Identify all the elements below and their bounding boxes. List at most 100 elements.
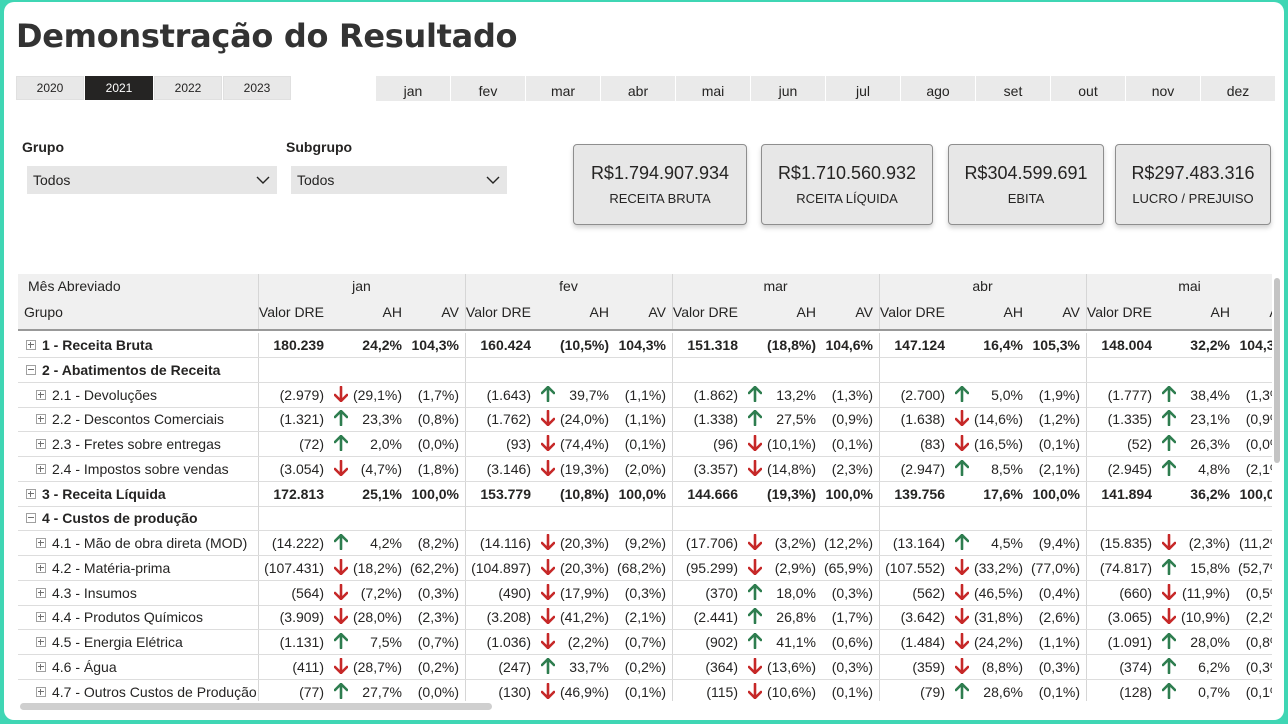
matrix-measure-header[interactable]: Valor DRE xyxy=(673,304,738,320)
matrix-month-header-mai[interactable]: mai xyxy=(1086,278,1272,294)
matrix-month-header-abr[interactable]: abr xyxy=(879,278,1086,294)
av-cell: (9,2%) xyxy=(624,535,666,551)
month-button-abr[interactable]: abr xyxy=(601,76,675,101)
matrix-measure-header[interactable]: Valor DRE xyxy=(880,304,945,320)
av-cell: (0,5%) xyxy=(1245,584,1272,601)
matrix-month-header-fev[interactable]: fev xyxy=(465,278,672,294)
matrix-measure-header[interactable]: AH xyxy=(797,304,816,320)
matrix-measure-header[interactable]: AH xyxy=(590,304,609,320)
column-separator xyxy=(672,407,673,432)
matrix-measure-header[interactable]: AV xyxy=(441,304,459,320)
ah-cell: (2,3%) xyxy=(1188,535,1230,551)
av-cell: (1,1%) xyxy=(624,411,666,428)
expand-plus-icon[interactable] xyxy=(36,562,46,573)
collapse-minus-icon[interactable] xyxy=(26,364,36,375)
matrix-measure-header[interactable]: AV xyxy=(648,304,666,320)
matrix-measure-header[interactable]: AV xyxy=(1269,304,1272,320)
subgrupo-dropdown[interactable]: Todos xyxy=(291,166,507,194)
av-cell: (2,1%) xyxy=(624,609,666,626)
matrix-measure-header[interactable]: Valor DRE xyxy=(259,304,324,320)
matrix-measure-header[interactable]: AV xyxy=(855,304,873,320)
month-button-out[interactable]: out xyxy=(1051,76,1125,101)
column-separator xyxy=(1086,605,1087,630)
arrow-up-icon xyxy=(1162,410,1176,427)
matrix-measure-header[interactable]: Valor DRE xyxy=(1087,304,1152,320)
column-separator xyxy=(672,432,673,456)
column-separator xyxy=(258,274,259,298)
ah-cell: (2,2%) xyxy=(567,634,609,650)
month-button-mai[interactable]: mai xyxy=(676,76,750,101)
valor-dre-cell: (83) xyxy=(920,436,945,452)
expand-plus-icon[interactable] xyxy=(36,686,46,697)
year-button-2023[interactable]: 2023 xyxy=(223,76,291,100)
matrix-month-header-mar[interactable]: mar xyxy=(672,278,879,294)
ah-cell: (20,3%) xyxy=(559,535,609,551)
month-button-set[interactable]: set xyxy=(976,76,1050,101)
month-button-jul[interactable]: jul xyxy=(826,76,900,101)
column-separator xyxy=(465,357,466,382)
expand-plus-icon[interactable] xyxy=(26,340,36,350)
column-separator xyxy=(258,679,259,701)
month-button-nov[interactable]: nov xyxy=(1126,76,1200,101)
arrow-down-icon xyxy=(541,459,555,476)
matrix-measure-header[interactable]: Valor DRE xyxy=(466,304,531,320)
month-button-fev[interactable]: fev xyxy=(451,76,525,101)
expand-plus-icon[interactable] xyxy=(36,414,46,425)
valor-dre-cell: (17.706) xyxy=(685,535,738,551)
av-cell: 104,6% xyxy=(825,337,873,353)
year-button-2022[interactable]: 2022 xyxy=(154,76,222,100)
column-separator xyxy=(1086,274,1087,298)
expand-plus-icon[interactable] xyxy=(36,389,46,400)
month-button-dez[interactable]: dez xyxy=(1201,76,1275,101)
valor-dre-cell: (902) xyxy=(705,634,738,650)
av-cell: (0,3%) xyxy=(831,584,873,601)
month-button-ago[interactable]: ago xyxy=(901,76,975,101)
expand-plus-icon[interactable] xyxy=(26,488,36,499)
matrix-measure-header[interactable]: AH xyxy=(1004,304,1023,320)
arrow-up-icon xyxy=(334,435,348,451)
av-cell: (77,0%) xyxy=(1030,559,1080,576)
ah-cell: 23,3% xyxy=(362,411,402,428)
vertical-scrollbar[interactable] xyxy=(1274,278,1280,463)
year-button-2020[interactable]: 2020 xyxy=(16,76,84,100)
av-cell: (0,7%) xyxy=(624,634,666,650)
year-button-2021[interactable]: 2021 xyxy=(85,76,153,100)
matrix-month-header-jan[interactable]: jan xyxy=(258,278,465,294)
column-separator xyxy=(465,630,466,654)
arrow-up-icon xyxy=(955,682,969,699)
ah-cell: (14,8%) xyxy=(766,460,816,477)
ah-cell: (74,4%) xyxy=(559,436,609,452)
month-button-mar[interactable]: mar xyxy=(526,76,600,101)
expand-plus-icon[interactable] xyxy=(36,587,46,598)
ah-cell: (17,9%) xyxy=(559,584,609,601)
av-cell: (0,2%) xyxy=(417,658,459,675)
collapse-minus-icon[interactable] xyxy=(26,513,36,524)
column-separator xyxy=(879,679,880,701)
matrix-measure-header[interactable]: AV xyxy=(1062,304,1080,320)
matrix-measure-header[interactable]: AH xyxy=(1211,304,1230,320)
av-cell: (2,1%) xyxy=(1038,460,1080,477)
av-cell: (52,7%) xyxy=(1237,559,1272,576)
valor-dre-cell: (2.979) xyxy=(279,386,324,403)
column-separator xyxy=(879,357,880,382)
column-separator xyxy=(465,580,466,605)
arrow-down-icon xyxy=(334,608,348,625)
subgrupo-filter-label: Subgrupo xyxy=(286,139,353,155)
matrix-measure-header[interactable]: AH xyxy=(383,304,402,320)
ah-cell: 28,6% xyxy=(983,683,1023,700)
arrow-up-icon xyxy=(334,682,348,699)
chevron-down-icon xyxy=(256,176,270,184)
month-button-jun[interactable]: jun xyxy=(751,76,825,101)
expand-plus-icon[interactable] xyxy=(36,463,46,474)
month-button-jan[interactable]: jan xyxy=(376,76,450,101)
horizontal-scrollbar[interactable] xyxy=(20,703,492,710)
expand-plus-icon[interactable] xyxy=(36,661,46,672)
av-cell: (1,7%) xyxy=(831,609,873,626)
ah-cell: (18,8%) xyxy=(766,337,816,353)
expand-plus-icon[interactable] xyxy=(36,612,46,623)
grupo-dropdown[interactable]: Todos xyxy=(27,166,277,194)
ah-cell: (28,0%) xyxy=(352,609,402,626)
expand-plus-icon[interactable] xyxy=(36,637,46,647)
expand-plus-icon[interactable] xyxy=(36,439,46,449)
expand-plus-icon[interactable] xyxy=(36,538,46,548)
